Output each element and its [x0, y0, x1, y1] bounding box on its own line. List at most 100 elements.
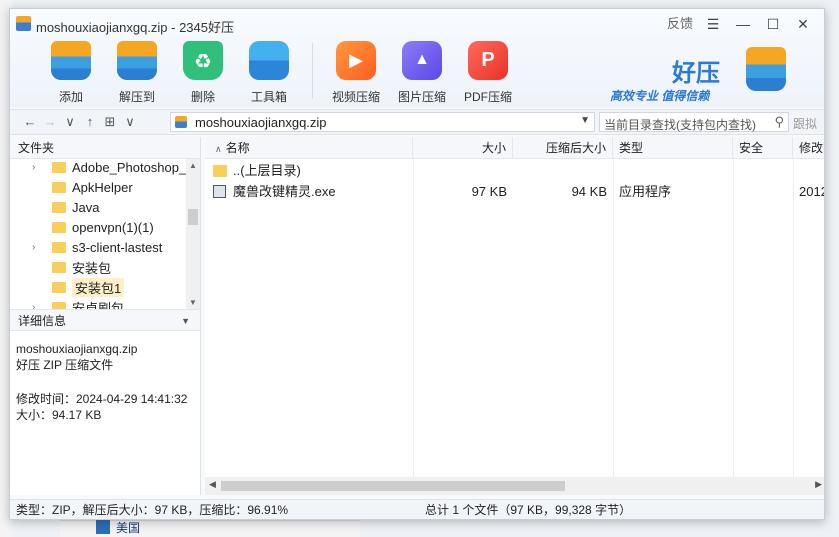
view-mode-dropdown-icon[interactable]: ∨: [120, 113, 140, 131]
column-divider: [733, 159, 734, 477]
tree-item-label: openvpn(1)(1): [72, 219, 154, 235]
feedback-button[interactable]: 反馈: [662, 13, 698, 35]
column-name-label: 名称: [225, 141, 250, 155]
restore-button[interactable]: 跟拟: [793, 115, 817, 132]
search-input[interactable]: 当前目录查找(支持包内查找) ⚲: [599, 112, 789, 132]
delete-label: 删除: [190, 90, 215, 104]
folder-panel-header: 文件夹: [10, 137, 200, 159]
tree-item[interactable]: › 安卓刷包: [10, 297, 200, 309]
add-button[interactable]: 添加: [38, 39, 104, 105]
title-toolbar-band: moshouxiaojianxgq.zip - 2345好压 反馈 ☰ — ☐ …: [10, 9, 824, 107]
folder-icon: [52, 201, 66, 213]
brand-archive-icon: [746, 47, 786, 91]
tree-item[interactable]: › s3-client-lastest: [10, 237, 200, 257]
video-play-icon: [336, 41, 376, 80]
scroll-left-icon[interactable]: ◀: [209, 479, 216, 490]
column-size[interactable]: 大小: [413, 137, 513, 159]
scroll-up-icon[interactable]: ▲: [186, 161, 200, 170]
detail-modified-time: 修改时间：2024-04-29 14:41:32: [16, 392, 188, 406]
expand-arrow-icon[interactable]: ›: [32, 162, 46, 173]
address-bar: ← → ∨ ↑ ⊞ ∨ moshouxiaojianxgq.zip ▼ 当前目录…: [10, 109, 824, 135]
delete-button[interactable]: 删除: [170, 39, 236, 105]
menu-icon[interactable]: ☰: [698, 13, 728, 35]
details-header-label: 详细信息: [18, 314, 67, 328]
search-placeholder: 当前目录查找(支持包内查找): [604, 118, 756, 132]
brand-title: 好压: [672, 60, 720, 87]
path-text: moshouxiaojianxgq.zip: [195, 115, 327, 130]
background-icon: [96, 520, 110, 534]
file-list: ∧名称 大小 压缩后大小 类型 安全 修改时 ..(上层目录) 魔兽改键精灵.e…: [205, 137, 824, 495]
toolbar: 添加 解压到 删除 工具箱 视频压缩 图片压缩: [38, 39, 521, 105]
folder-icon: [52, 281, 66, 293]
details-panel-header[interactable]: 详细信息 ▼: [10, 309, 200, 331]
image-compress-button[interactable]: 图片压缩: [389, 39, 455, 105]
toolbox-icon: [249, 41, 289, 80]
tree-scrollbar[interactable]: ▲ ▼: [186, 159, 200, 309]
scroll-right-icon[interactable]: ▶: [815, 479, 822, 490]
status-archive-info: 类型：ZIP，解压后大小：97 KB，压缩比：96.91%: [16, 503, 289, 517]
app-logo-icon: [16, 16, 31, 31]
zip-file-icon: [175, 116, 187, 128]
file-row[interactable]: 魔兽改键精灵.exe 97 KB 94 KB 应用程序 2012-: [205, 182, 824, 202]
back-arrow-icon[interactable]: ←: [20, 113, 40, 131]
tree-item[interactable]: Java: [10, 197, 200, 217]
image-compress-label: 图片压缩: [397, 90, 446, 104]
file-name: ..(上层目录): [233, 163, 301, 178]
path-dropdown-icon[interactable]: ▼: [580, 115, 590, 126]
extract-button[interactable]: 解压到: [104, 39, 170, 105]
folder-icon: [52, 221, 66, 233]
toolbox-button[interactable]: 工具箱: [236, 39, 302, 105]
video-compress-label: 视频压缩: [331, 90, 380, 104]
folder-tree: › Adobe_Photoshop_ ApkHelper Java openvp…: [10, 159, 200, 309]
video-compress-button[interactable]: 视频压缩: [323, 39, 389, 105]
forward-arrow-icon[interactable]: →: [40, 113, 60, 131]
brand-logo: 好压 高效专业 值得信赖: [610, 45, 810, 105]
column-name[interactable]: ∧ 名称: [205, 137, 413, 159]
expand-arrow-icon[interactable]: ›: [32, 302, 46, 310]
pdf-compress-button[interactable]: PDF压缩: [455, 39, 521, 105]
expand-arrow-icon[interactable]: ›: [32, 242, 46, 253]
column-divider: [613, 159, 614, 477]
detail-file-type: 好压 ZIP 压缩文件: [16, 358, 114, 372]
up-level-icon[interactable]: ↑: [80, 113, 100, 131]
collapse-arrow-icon[interactable]: ▼: [181, 310, 190, 332]
tree-item-label: ApkHelper: [72, 179, 133, 195]
window-title: moshouxiaojianxgq.zip - 2345好压: [36, 20, 234, 35]
tree-item[interactable]: openvpn(1)(1): [10, 217, 200, 237]
scrollbar-thumb[interactable]: [188, 209, 198, 225]
maximize-button[interactable]: ☐: [758, 13, 788, 35]
extract-icon: [117, 41, 157, 80]
file-size: 97 KB: [471, 184, 507, 199]
tree-item[interactable]: › Adobe_Photoshop_: [10, 159, 200, 177]
column-modified[interactable]: 修改时: [793, 137, 824, 159]
file-type: 应用程序: [619, 184, 672, 199]
horizontal-scrollbar[interactable]: ◀ ▶: [205, 477, 824, 495]
file-packed-size: 94 KB: [571, 184, 607, 199]
close-button[interactable]: ✕: [788, 13, 818, 35]
scroll-down-icon[interactable]: ▼: [186, 298, 200, 307]
tree-item-label: Adobe_Photoshop_: [72, 159, 187, 175]
path-field[interactable]: moshouxiaojianxgq.zip ▼: [170, 112, 595, 132]
history-dropdown-icon[interactable]: ∨: [60, 113, 80, 131]
tree-item[interactable]: ApkHelper: [10, 177, 200, 197]
file-row-parent[interactable]: ..(上层目录): [205, 161, 824, 181]
column-type[interactable]: 类型: [613, 137, 733, 159]
tree-item-label: Java: [72, 199, 100, 215]
file-name: 魔兽改键精灵.exe: [233, 184, 336, 199]
scrollbar-thumb[interactable]: [221, 481, 565, 491]
folder-icon: [52, 301, 66, 309]
view-mode-icon[interactable]: ⊞: [100, 113, 120, 131]
tree-item[interactable]: 安装包: [10, 257, 200, 277]
search-icon[interactable]: ⚲: [774, 114, 784, 130]
tree-item-label: 安装包: [72, 260, 112, 276]
left-pane: 文件夹 › Adobe_Photoshop_ ApkHelper Java op…: [10, 137, 201, 495]
file-modified: 2012-: [799, 184, 824, 199]
column-packed-size[interactable]: 压缩后大小: [513, 137, 613, 159]
detail-file-name: moshouxiaojianxgq.zip: [16, 342, 138, 356]
minimize-button[interactable]: —: [728, 13, 758, 35]
recycle-icon: [183, 41, 223, 80]
extract-label: 解压到: [118, 90, 155, 104]
tree-item-selected[interactable]: 安装包1: [10, 277, 200, 297]
column-security[interactable]: 安全: [733, 137, 793, 159]
tree-item-label: 安装包1: [72, 277, 125, 297]
